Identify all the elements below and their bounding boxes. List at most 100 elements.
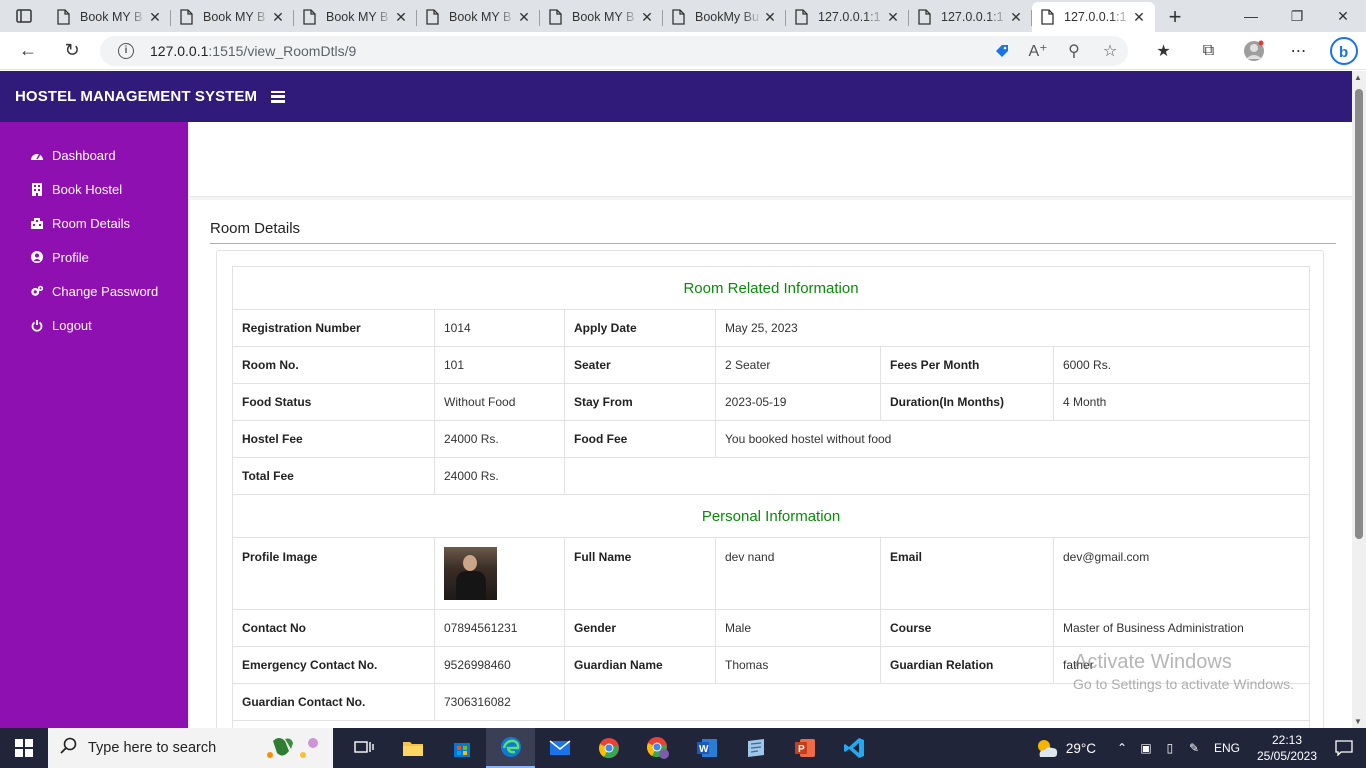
browser-tab[interactable]: 127.0.0.1:1 ✕ <box>909 2 1032 32</box>
shopping-tag-icon[interactable] <box>984 43 1020 59</box>
sidebar-item-profile[interactable]: Profile <box>0 240 188 274</box>
close-tab-icon[interactable]: ✕ <box>393 9 409 26</box>
table-row: Contact No 07894561231 Gender Male Cours… <box>232 609 1311 647</box>
read-aloud-icon[interactable]: A⁺ <box>1020 41 1056 61</box>
site-info-icon[interactable]: i <box>118 42 134 59</box>
refresh-button[interactable]: ↻ <box>50 32 94 70</box>
zoom-icon[interactable]: ⚲ <box>1056 41 1092 61</box>
menu-toggle-icon[interactable] <box>271 90 286 103</box>
url-input[interactable]: i 127.0.0.1:1515/view_RoomDtls/9 A⁺ ⚲ ☆ <box>100 35 1128 66</box>
chrome-icon[interactable] <box>584 728 633 768</box>
close-tab-icon[interactable]: ✕ <box>639 9 655 26</box>
start-button[interactable] <box>0 728 48 768</box>
word-icon[interactable]: W <box>682 728 731 768</box>
user-icon <box>30 250 44 264</box>
url-host: 127.0.0.1 <box>150 42 209 59</box>
language-indicator[interactable]: ENG <box>1214 741 1240 755</box>
hostel-fee-label: Hostel Fee <box>232 420 435 458</box>
show-hidden-icons-icon[interactable]: ⌃ <box>1110 741 1134 755</box>
taskbar-search[interactable]: Type here to search <box>48 728 333 768</box>
close-tab-icon[interactable]: ✕ <box>147 9 163 26</box>
apply-date-label: Apply Date <box>564 309 716 347</box>
add-favorite-icon[interactable]: ☆ <box>1092 41 1128 61</box>
email-value: dev@gmail.com <box>1052 537 1311 610</box>
tab-title: 127.0.0.1:1 <box>941 10 1004 24</box>
browser-tab[interactable]: 127.0.0.1:1 ✕ <box>786 2 909 32</box>
sidebar-item-change-password[interactable]: Change Password <box>0 274 188 308</box>
scroll-down-icon[interactable]: ▼ <box>1354 717 1362 726</box>
new-tab-button[interactable]: + <box>1155 2 1195 32</box>
close-window-button[interactable]: ✕ <box>1320 0 1366 32</box>
close-tab-icon[interactable]: ✕ <box>885 9 901 26</box>
tab-title: 127.0.0.1:1 <box>1064 10 1127 24</box>
close-tab-icon[interactable]: ✕ <box>762 9 778 26</box>
notes-app-icon[interactable] <box>731 728 780 768</box>
profile-avatar-icon[interactable] <box>1231 32 1276 70</box>
total-fee-label: Total Fee <box>232 457 435 495</box>
power-icon <box>30 318 44 332</box>
browser-tab[interactable]: Book MY B ✕ <box>171 2 294 32</box>
edge-icon[interactable] <box>486 728 535 768</box>
duration-value: 4 Month <box>1052 383 1311 421</box>
gender-label: Gender <box>564 609 716 647</box>
food-fee-value: You booked hostel without food <box>714 420 1311 458</box>
url-path: :1515/view_RoomDtls/9 <box>208 42 357 59</box>
page-icon <box>303 9 316 25</box>
page-icon <box>180 9 193 25</box>
weather-widget[interactable]: 29°C <box>1034 737 1096 759</box>
email-label: Email <box>880 537 1054 610</box>
mail-icon[interactable] <box>535 728 584 768</box>
settings-more-icon[interactable]: ⋯ <box>1276 32 1321 70</box>
app-brand[interactable]: HOSTEL MANAGEMENT SYSTEM <box>15 88 257 105</box>
tab-title: Book MY B <box>326 10 389 24</box>
contact-label: Contact No <box>232 609 435 647</box>
maximize-button[interactable]: ❐ <box>1274 0 1320 32</box>
profile-photo <box>444 547 497 600</box>
emergency-label: Emergency Contact No. <box>232 646 435 684</box>
full-name-label: Full Name <box>564 537 716 610</box>
meet-now-icon[interactable]: ▣ <box>1134 741 1158 755</box>
scrollbar-thumb[interactable] <box>1355 89 1363 539</box>
bing-copilot-icon[interactable]: b <box>1321 32 1366 70</box>
file-explorer-icon[interactable] <box>388 728 437 768</box>
collections-icon[interactable]: ⧉ <box>1186 32 1231 70</box>
store-icon[interactable] <box>437 728 486 768</box>
close-tab-icon[interactable]: ✕ <box>1131 9 1147 26</box>
task-view-icon[interactable] <box>339 728 388 768</box>
chrome-profile-icon[interactable] <box>633 728 682 768</box>
page-scrollbar[interactable]: ▲ ▼ <box>1352 71 1366 728</box>
notification-icon[interactable] <box>1322 740 1366 756</box>
scroll-up-icon[interactable]: ▲ <box>1354 73 1362 82</box>
sidebar-item-logout[interactable]: Logout <box>0 308 188 342</box>
pen-icon[interactable]: ✎ <box>1182 741 1206 755</box>
browser-tab[interactable]: Book MY B ✕ <box>417 2 540 32</box>
browser-tab[interactable]: Book MY B ✕ <box>48 2 171 32</box>
room-no-label: Room No. <box>232 346 435 384</box>
favorites-icon[interactable]: ★ <box>1141 32 1186 70</box>
sidebar-item-room-details[interactable]: Room Details <box>0 206 188 240</box>
close-tab-icon[interactable]: ✕ <box>270 9 286 26</box>
registration-number-value: 1014 <box>434 309 565 347</box>
sidebar-item-dashboard[interactable]: Dashboard <box>0 138 188 172</box>
close-tab-icon[interactable]: ✕ <box>516 9 532 26</box>
back-button[interactable]: ← <box>6 32 50 70</box>
browser-tab-strip: Book MY B ✕ Book MY B ✕ Book MY B ✕ Book MY B ✕… <box>0 0 1366 32</box>
vscode-icon[interactable] <box>829 728 878 768</box>
powerpoint-icon[interactable]: P <box>780 728 829 768</box>
building-icon <box>30 182 44 196</box>
browser-tab[interactable]: Book MY B ✕ <box>540 2 663 32</box>
food-status-value: Without Food <box>434 383 565 421</box>
clock[interactable]: 22:13 25/05/2023 <box>1252 732 1322 764</box>
content-top-area <box>190 122 1352 197</box>
battery-icon[interactable]: ▯ <box>1158 741 1182 755</box>
activate-windows-subtitle: Go to Settings to activate Windows. <box>1073 676 1294 692</box>
browser-tab[interactable]: BookMy Bu ✕ <box>663 2 786 32</box>
total-fee-value: 24000 Rs. <box>434 457 565 495</box>
sidebar-item-book-hostel[interactable]: Book Hostel <box>0 172 188 206</box>
tab-actions-icon[interactable] <box>0 0 48 32</box>
browser-tab[interactable]: 127.0.0.1:1 ✕ <box>1032 2 1155 32</box>
minimize-button[interactable]: — <box>1228 0 1274 32</box>
sidebar-item-label: Room Details <box>52 215 131 231</box>
browser-tab[interactable]: Book MY B ✕ <box>294 2 417 32</box>
close-tab-icon[interactable]: ✕ <box>1008 9 1024 26</box>
